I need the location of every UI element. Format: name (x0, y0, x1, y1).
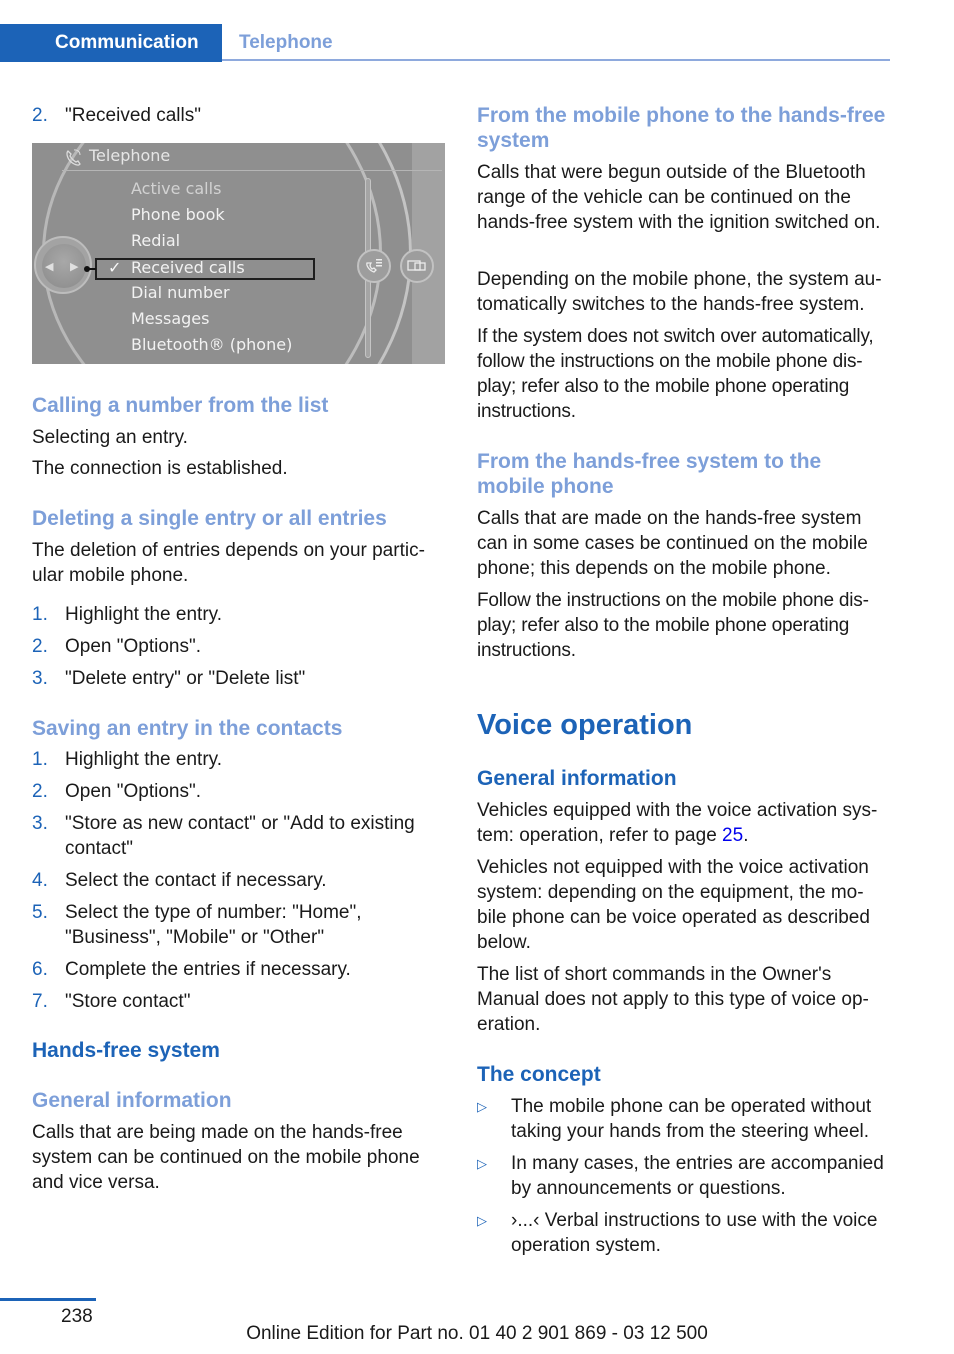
check-icon: ✓ (108, 258, 122, 277)
paragraph: Vehicles not equipped with the voice act… (477, 857, 870, 953)
step-number: 3. (32, 668, 48, 689)
step-text: "Store as new contact" or "Add to existi… (65, 813, 415, 859)
idrive-screen-illustration: Telephone Active calls Phone book Redial… (32, 143, 445, 364)
paragraph-text: Vehicles equipped with the voice activat… (477, 800, 878, 846)
section-heading-deleting: Deleting a single entry or all entries (32, 507, 387, 530)
screen-menu-item-received-calls[interactable]: Received calls (131, 258, 245, 278)
step-text: Open "Options". (65, 636, 202, 657)
section-heading-mobile-to-handsfree: From the mobile phone to the hands-free … (477, 104, 886, 152)
screen-menu-item-bluetooth[interactable]: Bluetooth® (phone) (131, 335, 292, 355)
bullet-text: In many cases, the entries are accompani… (511, 1153, 884, 1199)
section-tab-communication[interactable]: Communication (0, 24, 222, 62)
step-number: 3. (32, 813, 48, 834)
arrow-right-icon: ▶ (70, 261, 79, 273)
section-heading-handsfree-to-mobile: From the hands-free system to the mobile… (477, 450, 822, 498)
paragraph: The deletion of entries depends on your … (32, 538, 446, 588)
paragraph: Calls that were begun outside of the Blu… (477, 162, 881, 233)
step-text: Open "Options". (65, 781, 202, 802)
paragraph: Calls that are being made on the hands-f… (32, 1122, 420, 1193)
step-text: "Store contact" (65, 991, 191, 1012)
chapter-heading-voice-operation: Voice operation (477, 709, 693, 741)
telephone-icon (66, 149, 81, 166)
step-number: 4. (32, 870, 48, 891)
paragraph: Depending on the mobile phone, the syste… (477, 269, 882, 315)
screen-menu-item-messages[interactable]: Messages (131, 309, 209, 329)
screen-title: Telephone (89, 146, 171, 165)
knob-pointer-dot (84, 266, 90, 272)
bullet-text: The mobile phone can be operated without… (511, 1096, 872, 1142)
step-text: Highlight the entry. (65, 749, 223, 770)
voice-phone-icon[interactable] (357, 249, 391, 283)
paragraph-text: The deletion of entries depends on your … (32, 540, 425, 586)
step-text: Select the type of number: "Home", "Busi… (65, 902, 362, 948)
step-number: 7. (32, 991, 48, 1012)
step-number: 5. (32, 902, 48, 923)
step-number: 1. (32, 604, 48, 625)
subsection-heading-concept: The concept (477, 1063, 601, 1086)
subsection-heading-general-info: General information (477, 767, 677, 790)
subsection-heading-general-info: General information (32, 1089, 232, 1112)
screen-menu-item-phone-book[interactable]: Phone book (131, 205, 225, 225)
screen-menu-item-redial[interactable]: Redial (131, 231, 180, 251)
footer-rule (0, 1298, 96, 1301)
bullet-text: ›...‹ Verbal instructions to use with th… (511, 1210, 878, 1256)
screen-menu-item-dial-number[interactable]: Dial number (131, 283, 230, 303)
split-screen-icon[interactable] (400, 249, 434, 283)
section-heading-hands-free: Hands-free system (32, 1039, 220, 1062)
paragraph: If the system does not switch over autom… (477, 326, 874, 422)
section-tab-telephone[interactable]: Telephone (239, 24, 333, 62)
section-heading-saving: Saving an entry in the contacts (32, 717, 343, 740)
step-text: Select the contact if necessary. (65, 870, 327, 891)
triangle-bullet-icon: ▷ (477, 1156, 487, 1171)
step-number: 6. (32, 959, 48, 980)
step-number: 2. (32, 105, 48, 126)
paragraph: Follow the instructions on the mobile ph… (477, 590, 869, 661)
paragraph: Vehicles equipped with the voice activat… (477, 798, 891, 848)
paragraph-text: . (743, 825, 749, 846)
screen-menu-item-active-calls[interactable]: Active calls (131, 179, 221, 199)
section-heading-calling: Calling a number from the list (32, 394, 329, 417)
step-number: 2. (32, 636, 48, 657)
edition-note: Online Edition for Part no. 01 40 2 901 … (246, 1323, 708, 1344)
triangle-bullet-icon: ▷ (477, 1213, 487, 1228)
paragraph: The connection is established. (32, 458, 288, 479)
header-rule (222, 59, 890, 61)
step-text: "Delete entry" or "Delete list" (65, 668, 306, 689)
triangle-bullet-icon: ▷ (477, 1099, 487, 1114)
step-text: Highlight the entry. (65, 604, 223, 625)
paragraph: Selecting an entry. (32, 427, 188, 448)
step-text: "Received calls" (65, 105, 201, 126)
step-number: 2. (32, 781, 48, 802)
paragraph: Calls that are made on the hands-free sy… (477, 508, 868, 579)
step-number: 1. (32, 749, 48, 770)
arrow-left-icon: ◀ (45, 261, 54, 273)
screen-title-bar: Telephone (62, 143, 442, 171)
step-text: Complete the entries if necessary. (65, 959, 351, 980)
paragraph: The list of short commands in the Owner'… (477, 964, 869, 1035)
page-link[interactable]: 25 (722, 825, 743, 846)
